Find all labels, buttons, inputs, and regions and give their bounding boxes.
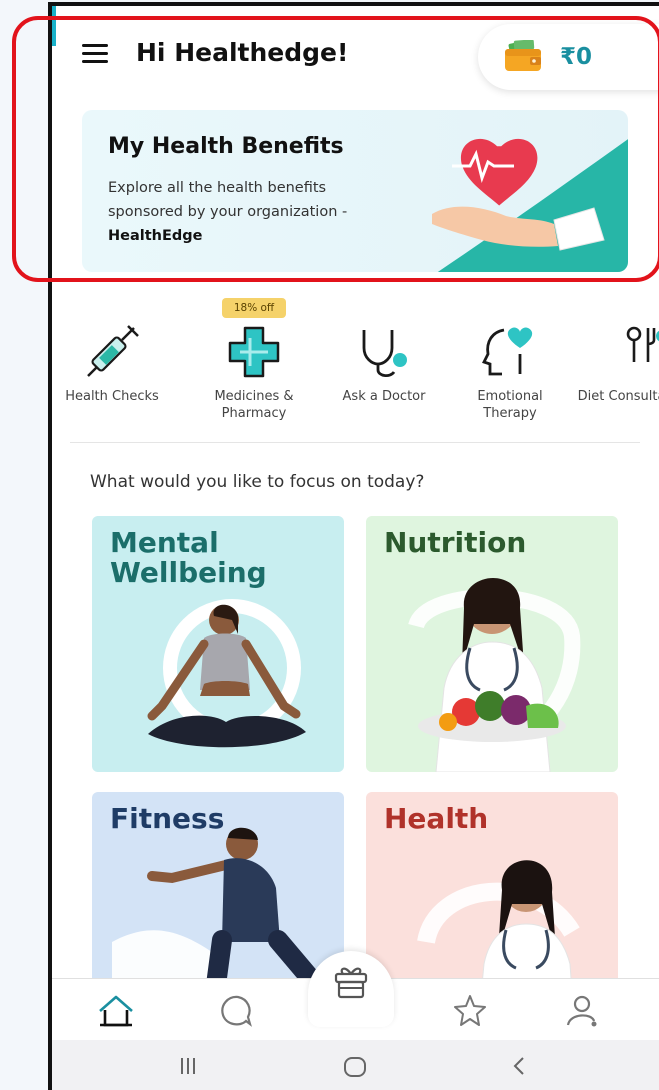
service-label: Medicines & Pharmacy bbox=[214, 389, 294, 421]
tile-title: Fitness bbox=[110, 802, 225, 835]
profile-icon[interactable] bbox=[562, 991, 602, 1031]
focus-heading: What would you like to focus on today? bbox=[90, 472, 425, 492]
tile-title: Mental Wellbeing bbox=[110, 526, 267, 589]
home-button-icon[interactable] bbox=[342, 1054, 368, 1080]
heart-head-icon bbox=[482, 327, 533, 376]
app-header: Hi Healthedge! ₹0 bbox=[52, 6, 659, 102]
star-icon[interactable] bbox=[450, 991, 490, 1031]
benefits-title: My Health Benefits bbox=[108, 134, 344, 159]
medical-cross-icon bbox=[228, 326, 280, 378]
wallet-icon bbox=[505, 40, 541, 71]
bottom-navigation bbox=[52, 951, 659, 1040]
discount-badge: 18% off bbox=[222, 298, 286, 318]
focus-tile-nutrition[interactable]: Nutrition bbox=[366, 516, 618, 772]
back-icon[interactable] bbox=[508, 1054, 532, 1078]
service-label: Diet Consultation bbox=[577, 389, 659, 404]
stethoscope-icon bbox=[362, 330, 407, 377]
service-label: Ask a Doctor bbox=[342, 389, 426, 404]
phone-screen: Hi Healthedge! ₹0 My Health Benefits Exp… bbox=[48, 2, 659, 1090]
section-divider bbox=[70, 442, 640, 443]
wallet-button[interactable]: ₹0 bbox=[478, 24, 659, 90]
gift-icon bbox=[334, 967, 368, 999]
service-label: Health Checks bbox=[65, 389, 159, 404]
chat-icon[interactable] bbox=[216, 991, 256, 1031]
heart-in-hand-icon bbox=[432, 138, 605, 251]
wallet-balance: ₹0 bbox=[560, 44, 593, 70]
system-navigation-bar bbox=[52, 1040, 659, 1090]
service-label: Emotional Therapy bbox=[477, 389, 543, 421]
benefits-organization: HealthEdge bbox=[108, 228, 203, 244]
greeting-text: Hi Healthedge! bbox=[136, 38, 349, 67]
hamburger-menu-icon[interactable] bbox=[82, 44, 108, 64]
tile-title: Health bbox=[384, 802, 489, 835]
health-benefits-card[interactable]: My Health Benefits Explore all the healt… bbox=[82, 110, 628, 272]
recent-apps-icon[interactable] bbox=[176, 1054, 200, 1078]
diet-icon bbox=[626, 326, 659, 362]
syringe-icon bbox=[87, 325, 139, 377]
services-row: Health Checks 18% off Medicines & Pharma… bbox=[52, 294, 659, 444]
tile-title: Nutrition bbox=[384, 526, 527, 559]
focus-tile-mental-wellbeing[interactable]: Mental Wellbeing bbox=[92, 516, 344, 772]
home-icon[interactable] bbox=[96, 991, 136, 1031]
rewards-button[interactable] bbox=[308, 951, 394, 1027]
benefits-description: Explore all the health benefits sponsore… bbox=[108, 180, 348, 220]
